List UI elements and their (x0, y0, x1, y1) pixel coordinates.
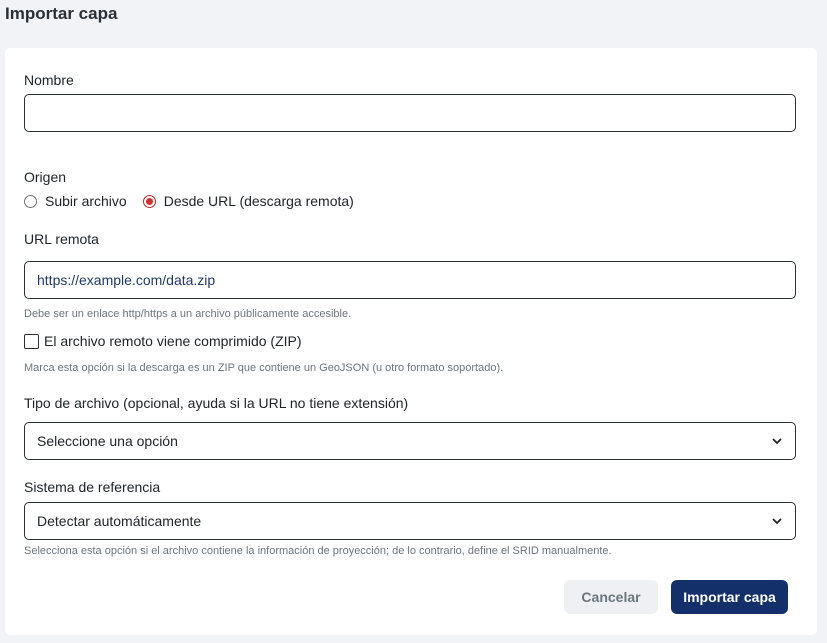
srs-help: Selecciona esta opción si el archivo con… (24, 545, 612, 557)
chevron-down-icon (772, 518, 782, 525)
remote-url-help: Debe ser un enlace http/https a un archi… (24, 308, 352, 320)
origin-radio-upload[interactable] (24, 194, 37, 208)
import-form-card: Nombre Origen Subir archivo Desde URL (d… (5, 48, 817, 635)
import-layer-button[interactable]: Importar capa (671, 580, 788, 614)
srs-selected-value: Detectar automáticamente (37, 513, 202, 529)
cancel-button[interactable]: Cancelar (564, 580, 658, 614)
remote-url-input[interactable] (24, 261, 796, 299)
origin-label: Origen (24, 169, 67, 185)
name-label: Nombre (24, 72, 74, 88)
compressed-checkbox-label[interactable]: El archivo remoto viene comprimido (ZIP) (44, 333, 302, 349)
file-type-select[interactable]: Seleccione una opción (24, 422, 796, 460)
page-title: Importar capa (5, 4, 118, 23)
chevron-down-icon (772, 438, 782, 445)
origin-radio-upload-label[interactable]: Subir archivo (45, 193, 127, 209)
origin-radio-url[interactable] (142, 194, 156, 208)
origin-radio-url-label[interactable]: Desde URL (descarga remota) (164, 193, 354, 209)
file-type-label: Tipo de archivo (opcional, ayuda si la U… (24, 395, 409, 411)
compressed-help: Marca esta opción si la descarga es un Z… (24, 362, 504, 374)
compressed-checkbox-row[interactable]: El archivo remoto viene comprimido (ZIP) (24, 332, 302, 350)
file-type-selected-value: Seleccione una opción (37, 433, 178, 449)
radio-selected-dot (145, 197, 153, 205)
srs-label: Sistema de referencia (24, 479, 161, 495)
origin-radio-group: Subir archivo Desde URL (descarga remota… (24, 192, 370, 210)
srs-select[interactable]: Detectar automáticamente (24, 502, 796, 540)
name-input[interactable] (24, 94, 796, 132)
compressed-checkbox[interactable] (24, 333, 39, 349)
remote-url-label: URL remota (24, 231, 99, 247)
